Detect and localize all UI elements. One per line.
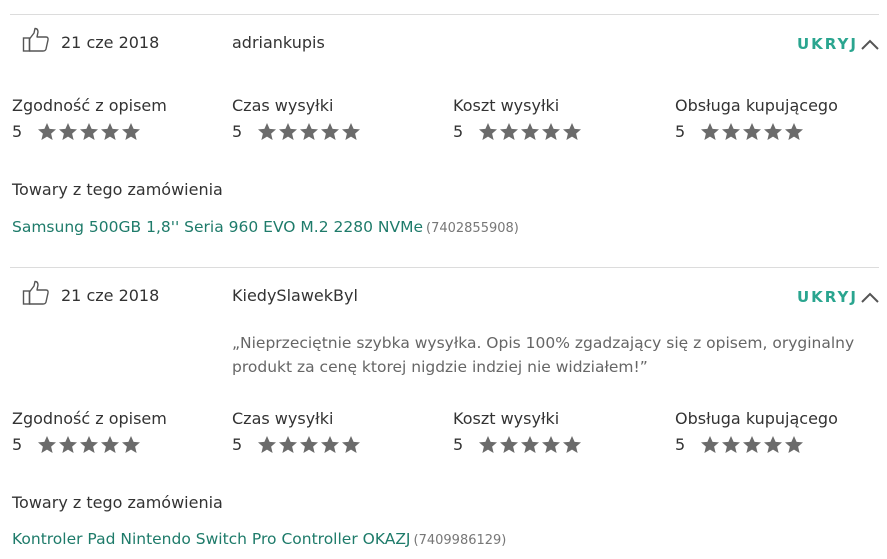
star-icon bbox=[521, 123, 539, 140]
reviewer-name: KiedySlawekByl bbox=[232, 286, 358, 305]
star-icon bbox=[300, 436, 318, 453]
star-icon bbox=[300, 123, 318, 140]
star-icon bbox=[258, 436, 276, 453]
product-link[interactable]: Kontroler Pad Nintendo Switch Pro Contro… bbox=[12, 530, 411, 548]
hide-review-button[interactable]: UKRYJ bbox=[797, 288, 858, 306]
product-id: (7409986129) bbox=[413, 533, 507, 548]
star-icon bbox=[500, 436, 518, 453]
rating-customer-service: Obsługa kupującego 5 bbox=[675, 96, 838, 141]
star-icon bbox=[701, 123, 719, 140]
star-rating bbox=[478, 435, 583, 454]
star-icon bbox=[701, 436, 719, 453]
rating-value: 5 bbox=[453, 435, 464, 454]
star-icon bbox=[764, 436, 782, 453]
star-icon bbox=[722, 436, 740, 453]
star-icon bbox=[479, 123, 497, 140]
star-icon bbox=[342, 436, 360, 453]
rating-shipping-time: Czas wysyłki 5 bbox=[232, 409, 360, 454]
chevron-up-icon[interactable] bbox=[860, 291, 880, 303]
rating-label: Koszt wysyłki bbox=[453, 409, 560, 428]
rating-value: 5 bbox=[12, 122, 23, 141]
rating-shipping-cost: Koszt wysyłki 5 bbox=[453, 96, 581, 141]
star-icon bbox=[479, 436, 497, 453]
star-icon bbox=[342, 123, 360, 140]
order-item: Kontroler Pad Nintendo Switch Pro Contro… bbox=[12, 529, 506, 548]
rating-value: 5 bbox=[675, 122, 686, 141]
chevron-up-icon[interactable] bbox=[860, 38, 880, 50]
star-rating bbox=[478, 122, 583, 141]
star-icon bbox=[785, 123, 803, 140]
rating-description: Zgodność z opisem 5 bbox=[12, 409, 167, 454]
rating-label: Czas wysyłki bbox=[232, 409, 334, 428]
reviewer-name: adriankupis bbox=[232, 33, 325, 52]
thumbs-up-icon bbox=[22, 27, 49, 52]
rating-label: Zgodność z opisem bbox=[12, 409, 167, 428]
rating-label: Zgodność z opisem bbox=[12, 96, 167, 115]
star-icon bbox=[279, 436, 297, 453]
star-icon bbox=[743, 436, 761, 453]
star-icon bbox=[764, 123, 782, 140]
star-rating bbox=[257, 122, 362, 141]
order-items-title: Towary z tego zamówienia bbox=[12, 180, 223, 199]
review-date: 21 cze 2018 bbox=[61, 286, 160, 305]
star-rating bbox=[700, 122, 805, 141]
rating-shipping-cost: Koszt wysyłki 5 bbox=[453, 409, 581, 454]
star-icon bbox=[80, 436, 98, 453]
rating-label: Czas wysyłki bbox=[232, 96, 334, 115]
divider bbox=[10, 14, 879, 15]
star-icon bbox=[521, 436, 539, 453]
star-icon bbox=[80, 123, 98, 140]
thumbs-up-icon bbox=[22, 280, 49, 305]
star-icon bbox=[722, 123, 740, 140]
star-rating bbox=[700, 435, 805, 454]
rating-description: Zgodność z opisem 5 bbox=[12, 96, 167, 141]
star-icon bbox=[321, 436, 339, 453]
star-rating bbox=[257, 435, 362, 454]
rating-value: 5 bbox=[232, 122, 243, 141]
star-icon bbox=[500, 123, 518, 140]
star-icon bbox=[38, 123, 56, 140]
star-rating bbox=[37, 435, 142, 454]
rating-label: Koszt wysyłki bbox=[453, 96, 560, 115]
star-icon bbox=[101, 436, 119, 453]
star-icon bbox=[122, 436, 140, 453]
star-icon bbox=[101, 123, 119, 140]
star-icon bbox=[743, 123, 761, 140]
star-icon bbox=[321, 123, 339, 140]
rating-value: 5 bbox=[232, 435, 243, 454]
product-id: (7402855908) bbox=[426, 221, 519, 236]
rating-customer-service: Obsługa kupującego 5 bbox=[675, 409, 838, 454]
star-icon bbox=[542, 436, 560, 453]
order-item: Samsung 500GB 1,8'' Seria 960 EVO M.2 22… bbox=[12, 217, 519, 236]
hide-review-button[interactable]: UKRYJ bbox=[797, 35, 858, 53]
star-icon bbox=[563, 123, 581, 140]
star-icon bbox=[59, 123, 77, 140]
order-items-title: Towary z tego zamówienia bbox=[12, 493, 223, 512]
star-icon bbox=[258, 123, 276, 140]
star-icon bbox=[563, 436, 581, 453]
rating-value: 5 bbox=[675, 435, 686, 454]
star-icon bbox=[542, 123, 560, 140]
rating-label: Obsługa kupującego bbox=[675, 409, 838, 428]
rating-shipping-time: Czas wysyłki 5 bbox=[232, 96, 360, 141]
review-comment: „Nieprzeciętnie szybka wysyłka. Opis 100… bbox=[232, 334, 855, 376]
rating-label: Obsługa kupującego bbox=[675, 96, 838, 115]
review-date: 21 cze 2018 bbox=[61, 33, 160, 52]
star-icon bbox=[785, 436, 803, 453]
rating-value: 5 bbox=[453, 122, 464, 141]
star-icon bbox=[38, 436, 56, 453]
rating-value: 5 bbox=[12, 435, 23, 454]
star-rating bbox=[37, 122, 142, 141]
divider bbox=[10, 267, 879, 268]
star-icon bbox=[279, 123, 297, 140]
product-link[interactable]: Samsung 500GB 1,8'' Seria 960 EVO M.2 22… bbox=[12, 218, 423, 236]
star-icon bbox=[122, 123, 140, 140]
star-icon bbox=[59, 436, 77, 453]
